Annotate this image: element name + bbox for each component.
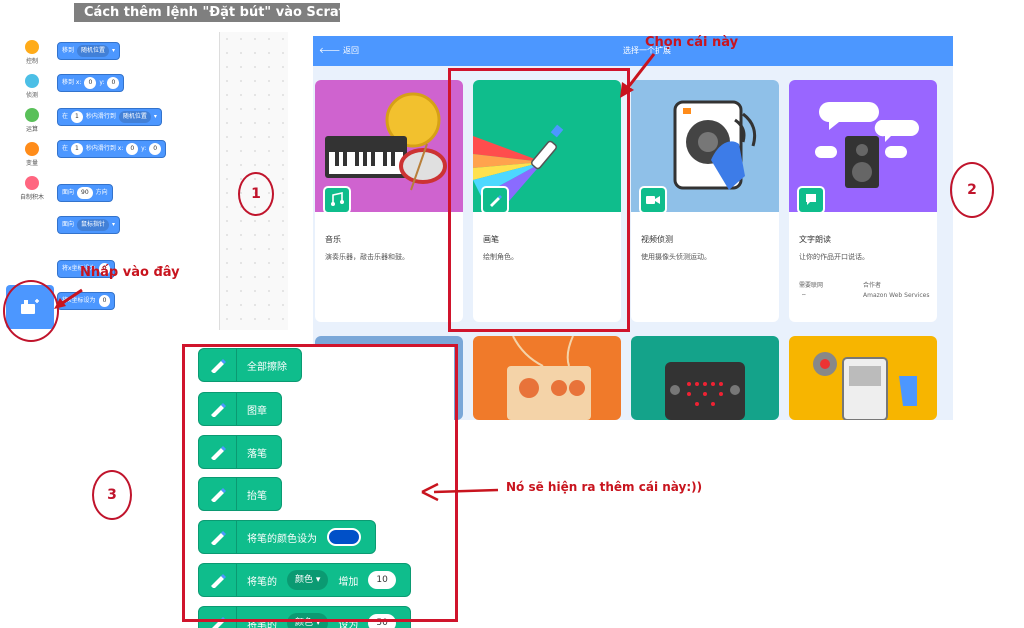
microbit-board-icon xyxy=(665,362,745,420)
extension-card-music[interactable]: 音乐 演奏乐器，敲击乐器和鼓。 xyxy=(315,80,463,322)
ev3-robot-icon xyxy=(813,352,917,420)
back-button[interactable]: 🡐 返回 xyxy=(319,45,359,56)
block-goto-xy[interactable]: 移到 x: 0 y: 0 xyxy=(57,74,125,92)
category-sensing[interactable]: 侦测 xyxy=(16,74,48,99)
category-motion[interactable]: 控制 xyxy=(16,40,48,65)
card-collaborator-label: 合作者 xyxy=(863,282,882,289)
block-goto[interactable]: 移到 随机位置 ▾ xyxy=(57,42,121,60)
extension-card-video-sensing[interactable]: 视频侦测 使用摄像头侦测运动。 xyxy=(631,80,779,322)
card-description: 演奏乐器，敲击乐器和鼓。 xyxy=(325,253,409,261)
pen-card-highlight xyxy=(448,68,630,332)
card-title: 视频侦测 xyxy=(641,235,673,244)
extension-card-makey[interactable] xyxy=(473,336,621,420)
music-note-icon xyxy=(323,186,351,214)
click-here-arrow xyxy=(54,288,83,309)
click-here-circle xyxy=(3,280,59,342)
card-collaborator: Amazon Web Services xyxy=(863,292,930,299)
category-operators[interactable]: 运算 xyxy=(16,108,48,133)
note-choose-this: Chọn cái này xyxy=(645,35,739,50)
extension-card-text-to-speech[interactable]: 文字朗读 让你的作品开口说话。 需要联网 合作者 ⌔ Amazon Web Se… xyxy=(789,80,937,322)
makey-board-icon xyxy=(507,336,591,420)
step-1-marker: 1 xyxy=(238,172,274,216)
speech-bubble-icon xyxy=(797,186,825,214)
block-point-direction[interactable]: 面向 90 方向 xyxy=(57,184,113,202)
video-camera-icon xyxy=(639,186,667,214)
extension-card-microbit[interactable] xyxy=(631,336,779,420)
choose-arrow xyxy=(620,53,656,98)
page-title-banner: Cách thêm lệnh "Đặt bút" vào Scratch xyxy=(74,3,362,22)
card-requirement-label: 需要联网 xyxy=(799,282,824,289)
block-glide[interactable]: 在 1 秒内滑行到 随机位置 ▾ xyxy=(57,108,162,126)
category-my-blocks[interactable]: 自制积木 xyxy=(16,176,48,201)
category-variables[interactable]: 变量 xyxy=(16,142,48,167)
wifi-icon: ⌔ xyxy=(801,293,807,300)
block-point-towards[interactable]: 面向 鼠标指针 ▾ xyxy=(57,216,121,234)
pen-blocks-highlight xyxy=(182,344,458,622)
card-description: 让你的作品开口说话。 xyxy=(799,253,869,261)
shows-more-arrow xyxy=(421,482,499,502)
card-title: 文字朗读 xyxy=(799,235,831,244)
note-click-here: Nhấp vào đây xyxy=(80,265,180,280)
step-2-marker: 2 xyxy=(950,162,994,218)
extension-card-ev3[interactable] xyxy=(789,336,937,420)
card-title: 音乐 xyxy=(325,235,341,244)
block-glide-xy[interactable]: 在 1 秒内滑行到 x: 0 y: 0 xyxy=(57,140,167,158)
note-shows-more: Nó sẽ hiện ra thêm cái này:)) xyxy=(506,480,703,494)
step-3-marker: 3 xyxy=(92,470,132,520)
card-description: 使用摄像头侦测运动。 xyxy=(641,253,711,261)
